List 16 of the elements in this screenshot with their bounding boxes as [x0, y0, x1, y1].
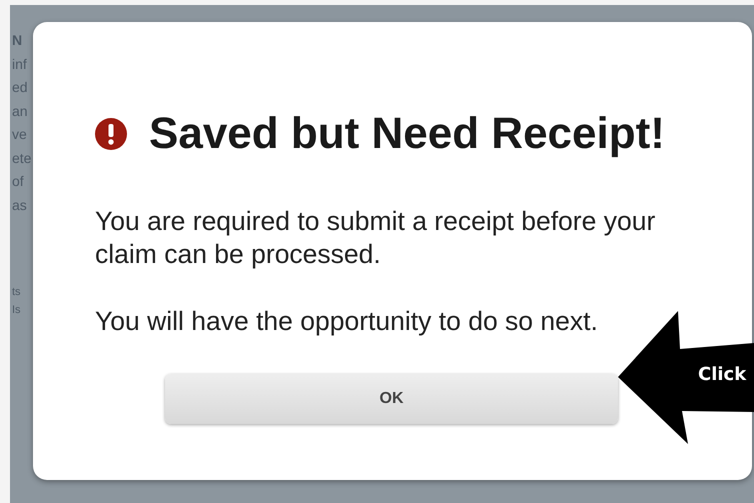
- callout-text: Click: [698, 364, 746, 385]
- alert-icon: [95, 118, 127, 150]
- background-text: of: [12, 172, 24, 191]
- background-text: inf: [12, 54, 27, 74]
- background-text: Is: [12, 303, 21, 317]
- background-text: ete: [12, 148, 32, 168]
- ok-button[interactable]: OK: [165, 374, 618, 424]
- background-text: an: [12, 102, 28, 120]
- background-text: ed: [12, 78, 28, 97]
- background-text: ts: [12, 285, 21, 299]
- dialog-message: You are required to submit a receipt before your claim can be processed.: [95, 205, 656, 271]
- background-text: N: [12, 31, 22, 50]
- background-text: as: [12, 196, 27, 214]
- dialog-message: You will have the opportunity to do so next.: [95, 305, 599, 338]
- dialog-title: Saved but Need Receipt!: [149, 109, 665, 159]
- background-text: ve: [12, 125, 27, 144]
